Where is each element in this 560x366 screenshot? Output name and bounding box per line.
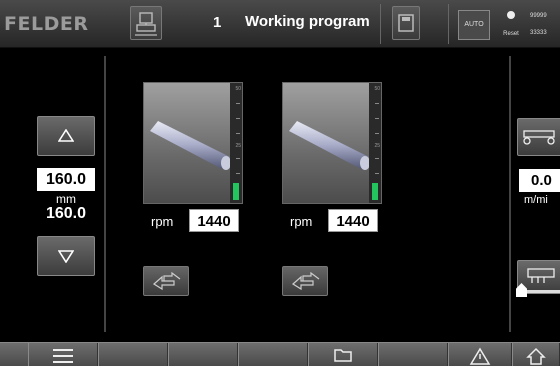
spindle-1-direction-button[interactable] <box>143 266 189 296</box>
gauge-label: 25 <box>235 143 241 149</box>
warnings-button[interactable] <box>448 343 512 366</box>
feed-button[interactable] <box>517 118 560 156</box>
reset-label: Reset <box>503 31 519 37</box>
auto-mode-button[interactable]: AUTO <box>458 10 490 40</box>
spindle-2-load-bar <box>372 183 378 200</box>
spindle-tool-icon <box>150 121 231 170</box>
spindle-2-rpm-field[interactable]: 1440 <box>328 209 378 232</box>
footer-button-6[interactable] <box>378 343 448 366</box>
feed-speed-unit: m/mi <box>524 194 548 206</box>
spindle-1-panel[interactable]: 50 25 <box>143 82 243 204</box>
footer-button-4[interactable] <box>238 343 308 366</box>
save-icon <box>398 14 414 32</box>
header-bar: FELDER 1 Working program AUTO Reset 9999… <box>0 0 560 48</box>
rotation-direction-icon <box>291 272 320 291</box>
reset-icon <box>507 11 515 19</box>
spindle-1-rpm-field[interactable]: 1440 <box>189 209 239 232</box>
machine-settings-button[interactable] <box>130 6 162 40</box>
menu-icon <box>53 349 73 363</box>
home-button[interactable] <box>512 343 560 366</box>
gauge-label: 25 <box>374 143 380 149</box>
feed-unit-icon <box>523 130 555 145</box>
height-unit-label: mm <box>56 192 76 206</box>
decrease-height-button[interactable] <box>37 236 95 276</box>
spindle-2-panel[interactable]: 50 25 <box>282 82 382 204</box>
footer-toolbar <box>0 342 560 366</box>
header-divider <box>448 4 449 44</box>
spindle-1-load-bar <box>233 183 239 200</box>
gauge-label: 50 <box>235 86 241 92</box>
height-setpoint-field[interactable]: 160.0 <box>37 168 95 191</box>
spindle-1-load-gauge: 50 25 <box>230 83 242 203</box>
feed-speed-field[interactable]: 0.0 <box>519 169 560 192</box>
menu-button[interactable] <box>28 343 98 366</box>
counter-bottom: 33333 <box>530 30 547 36</box>
increase-height-button[interactable] <box>37 116 95 156</box>
reset-button[interactable]: Reset <box>496 8 526 42</box>
arrow-up-icon <box>58 129 74 142</box>
program-number: 1 <box>213 14 222 31</box>
panel-divider-left <box>104 56 106 332</box>
brand-logo: FELDER <box>4 13 89 35</box>
rotation-direction-icon <box>152 272 181 291</box>
footer-button-2[interactable] <box>98 343 168 366</box>
program-title[interactable]: Working program <box>245 13 370 30</box>
spindle-2-load-gauge: 50 25 <box>369 83 381 203</box>
gauge-label: 50 <box>374 86 380 92</box>
program-folder-button[interactable] <box>308 343 378 366</box>
arrow-down-icon <box>58 250 74 263</box>
panel-divider-right <box>509 56 511 332</box>
warning-icon <box>469 347 491 365</box>
spindle-2-direction-button[interactable] <box>282 266 328 296</box>
header-divider <box>380 4 381 44</box>
save-program-button[interactable] <box>392 6 420 40</box>
home-icon <box>526 347 546 365</box>
spindle-2-rpm-label: rpm <box>290 214 313 229</box>
spindle-1-rpm-label: rpm <box>151 214 174 229</box>
footer-button-3[interactable] <box>168 343 238 366</box>
machine-settings-icon <box>135 12 157 36</box>
spindle-tool-icon <box>289 121 370 170</box>
folder-icon <box>334 349 352 362</box>
counter-top: 99999 <box>530 13 547 19</box>
height-actual-value: 160.0 <box>45 205 87 222</box>
